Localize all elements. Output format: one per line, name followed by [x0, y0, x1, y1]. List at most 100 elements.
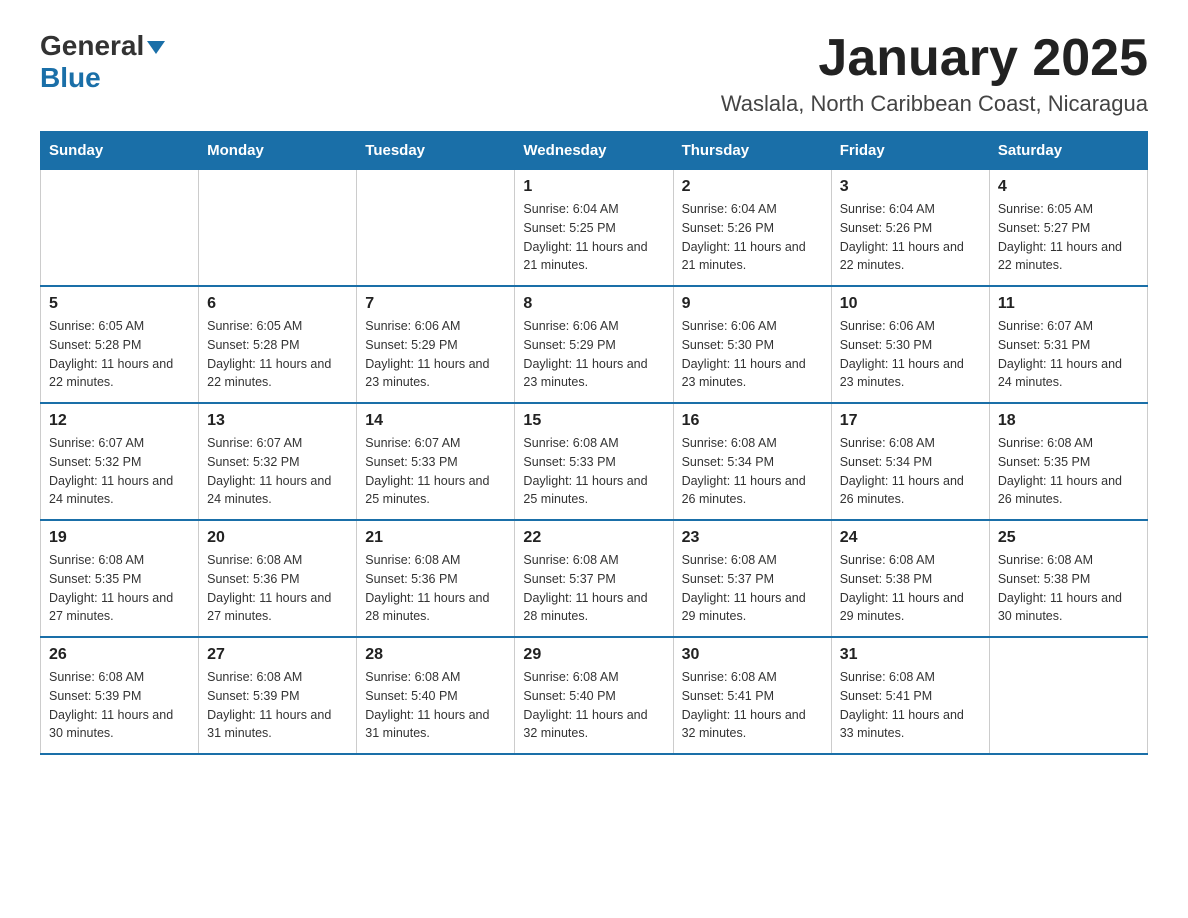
weekday-header-row: SundayMondayTuesdayWednesdayThursdayFrid… [41, 132, 1148, 170]
calendar-week-row: 5Sunrise: 6:05 AMSunset: 5:28 PMDaylight… [41, 286, 1148, 403]
day-info: Sunrise: 6:07 AMSunset: 5:33 PMDaylight:… [365, 434, 506, 509]
weekday-header-monday: Monday [199, 132, 357, 170]
calendar-cell: 26 Sunrise: 6:08 AMSunset: 5:39 PMDayligh… [41, 637, 199, 754]
calendar-cell: 11 Sunrise: 6:07 AMSunset: 5:31 PMDayligh… [989, 286, 1147, 403]
calendar-cell: 17Sunrise: 6:08 AMSunset: 5:34 PMDayligh… [831, 403, 989, 520]
calendar-cell: 2Sunrise: 6:04 AMSunset: 5:26 PMDaylight… [673, 170, 831, 287]
calendar-cell: 31 Sunrise: 6:08 AMSunset: 5:41 PMDayligh… [831, 637, 989, 754]
day-number: 4 [998, 178, 1139, 196]
weekday-header-wednesday: Wednesday [515, 132, 673, 170]
day-number: 20 [207, 529, 348, 547]
day-info: Sunrise: 6:06 AMSunset: 5:29 PMDaylight:… [365, 317, 506, 392]
weekday-header-thursday: Thursday [673, 132, 831, 170]
day-info: Sunrise: 6:08 AMSunset: 5:37 PMDaylight:… [523, 551, 664, 626]
title-area: January 2025 Waslala, North Caribbean Co… [721, 30, 1148, 117]
calendar-cell: 8 Sunrise: 6:06 AMSunset: 5:29 PMDaylight… [515, 286, 673, 403]
day-info: Sunrise: 6:08 AMSunset: 5:34 PMDaylight:… [682, 434, 823, 509]
calendar-cell: 23 Sunrise: 6:08 AMSunset: 5:37 PMDayligh… [673, 520, 831, 637]
calendar-title: January 2025 [721, 30, 1148, 87]
day-info: Sunrise: 6:06 AMSunset: 5:30 PMDaylight:… [840, 317, 981, 392]
day-info: Sunrise: 6:04 AMSunset: 5:26 PMDaylight:… [840, 200, 981, 275]
day-info: Sunrise: 6:07 AMSunset: 5:32 PMDaylight:… [49, 434, 190, 509]
day-number: 18 [998, 412, 1139, 430]
calendar-week-row: 26 Sunrise: 6:08 AMSunset: 5:39 PMDayligh… [41, 637, 1148, 754]
day-info: Sunrise: 6:07 AMSunset: 5:31 PMDaylight:… [998, 317, 1139, 392]
day-info: Sunrise: 6:05 AMSunset: 5:28 PMDaylight:… [49, 317, 190, 392]
day-number: 19 [49, 529, 190, 547]
day-number: 1 [523, 178, 664, 196]
logo-general-text: General [40, 30, 144, 62]
day-number: 3 [840, 178, 981, 196]
day-info: Sunrise: 6:08 AMSunset: 5:38 PMDaylight:… [998, 551, 1139, 626]
day-info: Sunrise: 6:08 AMSunset: 5:36 PMDaylight:… [365, 551, 506, 626]
day-info: Sunrise: 6:08 AMSunset: 5:39 PMDaylight:… [49, 668, 190, 743]
day-info: Sunrise: 6:08 AMSunset: 5:35 PMDaylight:… [49, 551, 190, 626]
day-number: 11 [998, 295, 1139, 313]
day-info: Sunrise: 6:04 AMSunset: 5:26 PMDaylight:… [682, 200, 823, 275]
day-number: 31 [840, 646, 981, 664]
day-info: Sunrise: 6:08 AMSunset: 5:41 PMDaylight:… [682, 668, 823, 743]
day-info: Sunrise: 6:08 AMSunset: 5:38 PMDaylight:… [840, 551, 981, 626]
calendar-cell: 14Sunrise: 6:07 AMSunset: 5:33 PMDayligh… [357, 403, 515, 520]
calendar-table: SundayMondayTuesdayWednesdayThursdayFrid… [40, 131, 1148, 755]
calendar-cell: 9Sunrise: 6:06 AMSunset: 5:30 PMDaylight… [673, 286, 831, 403]
day-info: Sunrise: 6:08 AMSunset: 5:39 PMDaylight:… [207, 668, 348, 743]
weekday-header-tuesday: Tuesday [357, 132, 515, 170]
day-info: Sunrise: 6:08 AMSunset: 5:35 PMDaylight:… [998, 434, 1139, 509]
calendar-cell: 4 Sunrise: 6:05 AMSunset: 5:27 PMDaylight… [989, 170, 1147, 287]
day-info: Sunrise: 6:04 AMSunset: 5:25 PMDaylight:… [523, 200, 664, 275]
calendar-cell: 13Sunrise: 6:07 AMSunset: 5:32 PMDayligh… [199, 403, 357, 520]
day-number: 12 [49, 412, 190, 430]
day-info: Sunrise: 6:06 AMSunset: 5:29 PMDaylight:… [523, 317, 664, 392]
calendar-cell: 6 Sunrise: 6:05 AMSunset: 5:28 PMDaylight… [199, 286, 357, 403]
calendar-cell: 10 Sunrise: 6:06 AMSunset: 5:30 PMDayligh… [831, 286, 989, 403]
day-info: Sunrise: 6:07 AMSunset: 5:32 PMDaylight:… [207, 434, 348, 509]
calendar-cell [357, 170, 515, 287]
day-number: 23 [682, 529, 823, 547]
day-info: Sunrise: 6:08 AMSunset: 5:40 PMDaylight:… [523, 668, 664, 743]
day-number: 24 [840, 529, 981, 547]
day-info: Sunrise: 6:08 AMSunset: 5:34 PMDaylight:… [840, 434, 981, 509]
day-info: Sunrise: 6:08 AMSunset: 5:33 PMDaylight:… [523, 434, 664, 509]
calendar-week-row: 19 Sunrise: 6:08 AMSunset: 5:35 PMDayligh… [41, 520, 1148, 637]
calendar-cell: 29 Sunrise: 6:08 AMSunset: 5:40 PMDayligh… [515, 637, 673, 754]
calendar-cell [41, 170, 199, 287]
day-number: 27 [207, 646, 348, 664]
logo-blue-text: Blue [40, 62, 101, 93]
day-number: 9 [682, 295, 823, 313]
day-info: Sunrise: 6:08 AMSunset: 5:41 PMDaylight:… [840, 668, 981, 743]
day-number: 22 [523, 529, 664, 547]
page-header: General Blue January 2025 Waslala, North… [40, 30, 1148, 117]
calendar-cell: 5Sunrise: 6:05 AMSunset: 5:28 PMDaylight… [41, 286, 199, 403]
calendar-week-row: 1 Sunrise: 6:04 AMSunset: 5:25 PMDaylight… [41, 170, 1148, 287]
day-number: 21 [365, 529, 506, 547]
calendar-cell [989, 637, 1147, 754]
day-info: Sunrise: 6:08 AMSunset: 5:37 PMDaylight:… [682, 551, 823, 626]
day-info: Sunrise: 6:05 AMSunset: 5:28 PMDaylight:… [207, 317, 348, 392]
weekday-header-friday: Friday [831, 132, 989, 170]
calendar-cell: 25 Sunrise: 6:08 AMSunset: 5:38 PMDayligh… [989, 520, 1147, 637]
day-info: Sunrise: 6:08 AMSunset: 5:36 PMDaylight:… [207, 551, 348, 626]
day-number: 8 [523, 295, 664, 313]
day-number: 10 [840, 295, 981, 313]
calendar-cell: 28Sunrise: 6:08 AMSunset: 5:40 PMDayligh… [357, 637, 515, 754]
day-number: 30 [682, 646, 823, 664]
calendar-cell [199, 170, 357, 287]
calendar-cell: 21 Sunrise: 6:08 AMSunset: 5:36 PMDayligh… [357, 520, 515, 637]
calendar-cell: 20 Sunrise: 6:08 AMSunset: 5:36 PMDayligh… [199, 520, 357, 637]
day-number: 29 [523, 646, 664, 664]
day-info: Sunrise: 6:08 AMSunset: 5:40 PMDaylight:… [365, 668, 506, 743]
day-number: 6 [207, 295, 348, 313]
day-info: Sunrise: 6:05 AMSunset: 5:27 PMDaylight:… [998, 200, 1139, 275]
day-number: 16 [682, 412, 823, 430]
calendar-header: SundayMondayTuesdayWednesdayThursdayFrid… [41, 132, 1148, 170]
calendar-cell: 16 Sunrise: 6:08 AMSunset: 5:34 PMDayligh… [673, 403, 831, 520]
calendar-body: 1 Sunrise: 6:04 AMSunset: 5:25 PMDaylight… [41, 170, 1148, 755]
calendar-week-row: 12 Sunrise: 6:07 AMSunset: 5:32 PMDayligh… [41, 403, 1148, 520]
calendar-cell: 24 Sunrise: 6:08 AMSunset: 5:38 PMDayligh… [831, 520, 989, 637]
day-number: 26 [49, 646, 190, 664]
calendar-cell: 19 Sunrise: 6:08 AMSunset: 5:35 PMDayligh… [41, 520, 199, 637]
day-number: 25 [998, 529, 1139, 547]
calendar-cell: 30 Sunrise: 6:08 AMSunset: 5:41 PMDayligh… [673, 637, 831, 754]
calendar-cell: 1 Sunrise: 6:04 AMSunset: 5:25 PMDaylight… [515, 170, 673, 287]
